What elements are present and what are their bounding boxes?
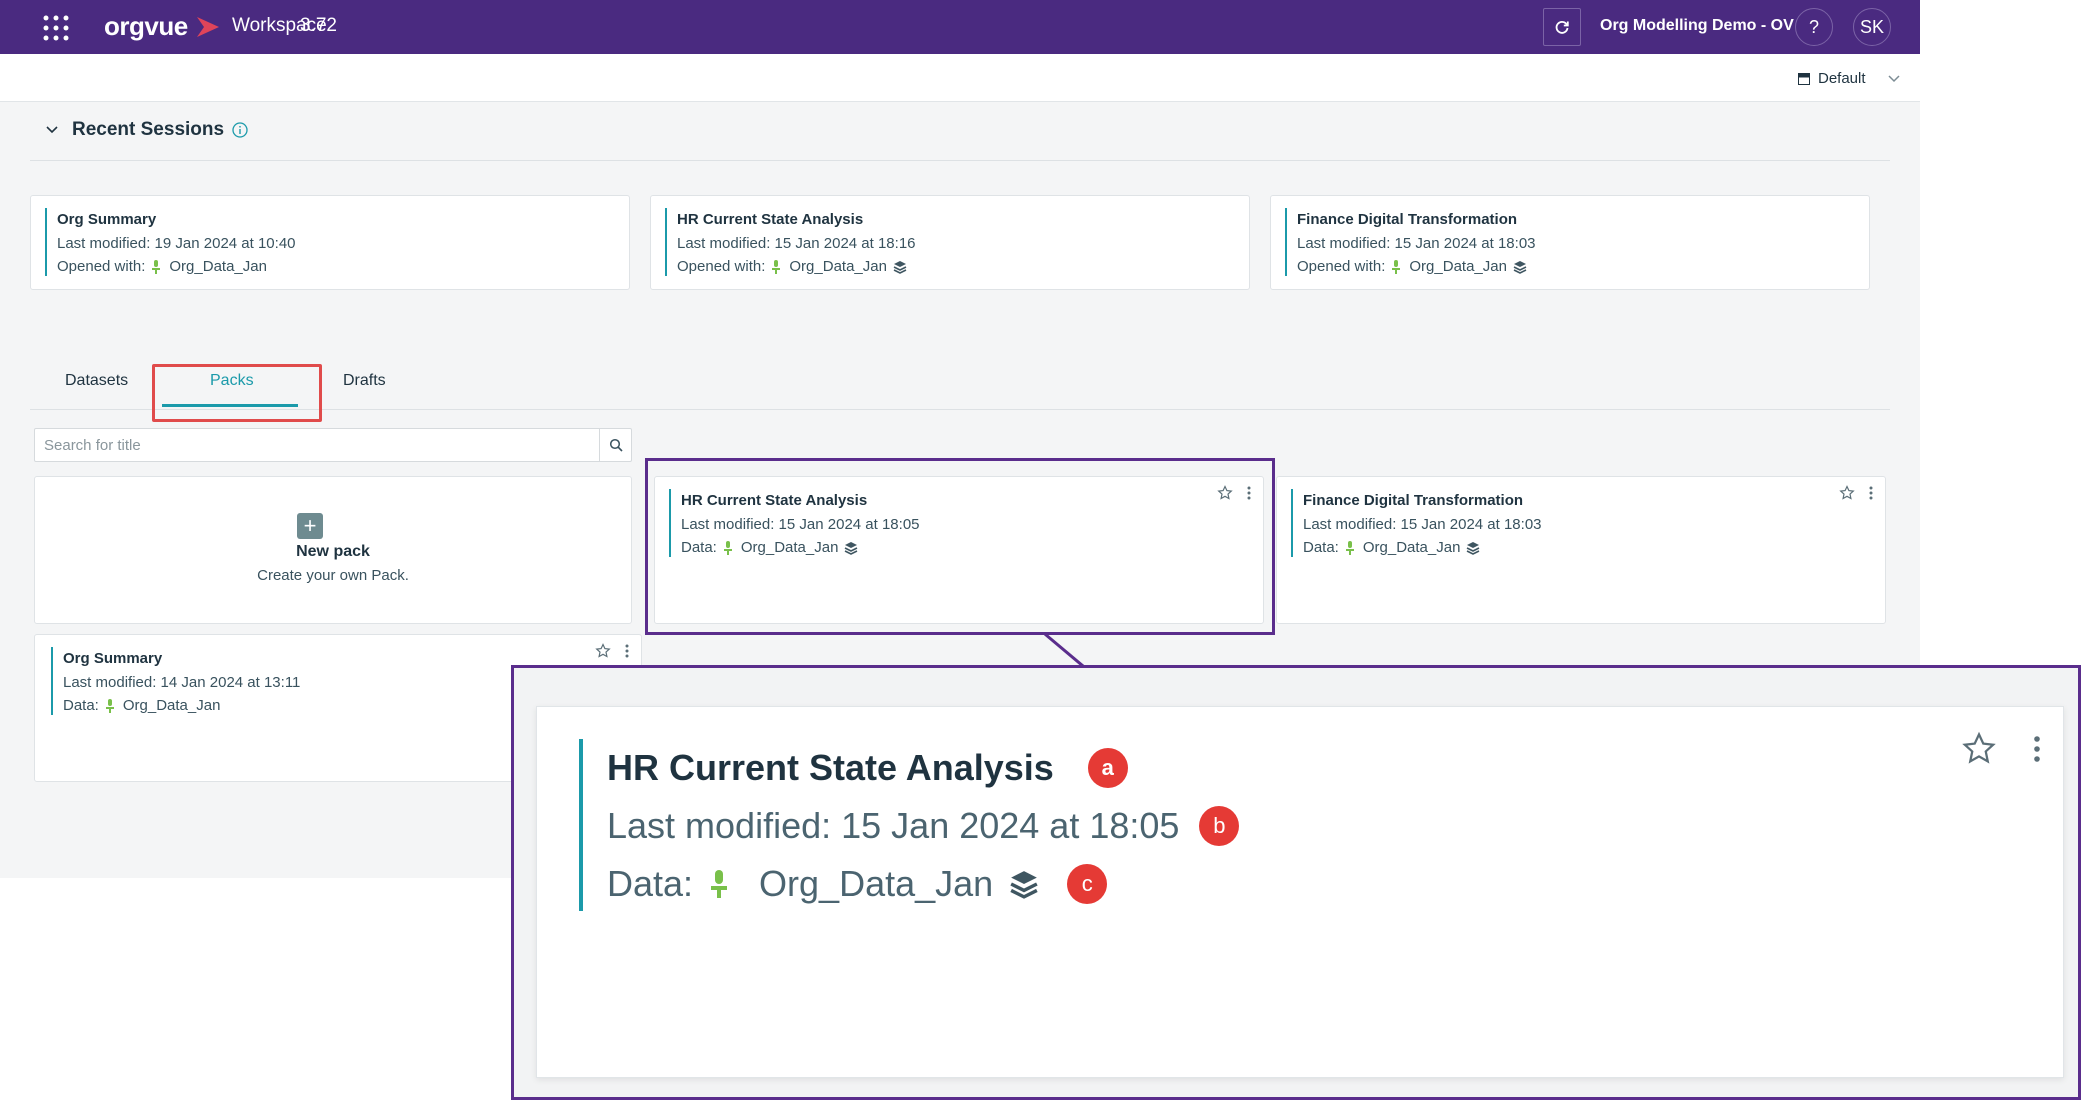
pack-data: Data: Org_Data_Jan xyxy=(63,694,300,717)
recent-sessions-title: Recent Sessions xyxy=(72,119,225,140)
zoom-data-label: Data: xyxy=(607,863,694,904)
zoom-modified: Last modified: 15 Jan 2024 at 18:05 b xyxy=(607,797,1240,855)
pack-actions xyxy=(595,643,629,659)
workspace-name[interactable]: Org Modelling Demo - OV xyxy=(1600,17,1794,35)
zoom-data: Data: Org_Data_Jan c xyxy=(607,855,1239,913)
layers-icon xyxy=(893,260,907,274)
session-title: HR Current State Analysis xyxy=(677,211,864,228)
refresh-icon xyxy=(1555,21,1569,34)
opened-with-label: Opened with: xyxy=(1297,258,1386,275)
toolbar: Default xyxy=(0,54,1920,102)
dataset-person-icon xyxy=(1392,259,1401,274)
search-icon xyxy=(609,438,623,452)
recent-session-card[interactable]: HR Current State Analysis Last modified:… xyxy=(650,195,1250,290)
session-opened-with: Opened with: Org_Data_Jan xyxy=(677,255,916,278)
more-options-icon[interactable] xyxy=(1869,486,1873,500)
star-icon[interactable] xyxy=(1839,485,1855,501)
zoom-dataset-name: Org_Data_Jan xyxy=(759,863,994,904)
dataset-person-icon xyxy=(105,698,114,713)
annotation-badge-b: b xyxy=(1199,806,1240,846)
pack-title: Finance Digital Transformation xyxy=(1303,492,1524,509)
dataset-name: Org_Data_Jan xyxy=(1409,258,1507,275)
data-label: Data: xyxy=(63,697,99,714)
data-label: Data: xyxy=(1303,539,1339,556)
new-pack-title: New pack xyxy=(296,543,370,560)
app-menu-icon[interactable] xyxy=(42,14,70,42)
dataset-person-icon xyxy=(772,259,781,274)
zoom-panel: HR Current State Analysis a Last modifie… xyxy=(511,665,2081,1100)
search-button[interactable] xyxy=(599,429,631,461)
session-opened-with: Opened with: Org_Data_Jan xyxy=(57,255,296,278)
divider xyxy=(30,160,1890,161)
dataset-name: Org_Data_Jan xyxy=(122,697,221,714)
pack-modified: Last modified: 14 Jan 2024 at 13:11 xyxy=(63,674,301,691)
plus-icon: + xyxy=(297,513,323,539)
session-title: Org Summary xyxy=(57,211,157,228)
more-options-icon[interactable] xyxy=(2033,733,2041,765)
tab-drafts[interactable]: Drafts xyxy=(343,372,386,390)
recent-session-card[interactable]: Org Summary Last modified: 19 Jan 2024 a… xyxy=(30,195,630,290)
app-version: 3.72 xyxy=(300,15,337,36)
orgvue-logo: orgvue xyxy=(104,11,188,41)
search-input[interactable]: Search for title xyxy=(34,428,632,462)
pack-title: Org Summary xyxy=(63,650,163,667)
dataset-person-icon xyxy=(711,870,728,898)
new-pack-subtitle: Create your own Pack. xyxy=(257,567,409,584)
more-options-icon[interactable] xyxy=(625,644,629,658)
session-modified: Last modified: 15 Jan 2024 at 18:03 xyxy=(1297,235,1536,252)
refresh-button[interactable] xyxy=(1543,8,1581,46)
zoom-title-text: HR Current State Analysis xyxy=(607,747,1054,788)
layout-icon xyxy=(1798,72,1810,85)
annotation-badge-c: c xyxy=(1067,864,1108,904)
pack-actions xyxy=(1839,485,1873,501)
dataset-name: Org_Data_Jan xyxy=(1362,539,1461,556)
session-modified: Last modified: 19 Jan 2024 at 10:40 xyxy=(57,235,296,252)
chevron-down-icon xyxy=(1888,74,1900,82)
tab-datasets[interactable]: Datasets xyxy=(65,372,128,390)
session-modified: Last modified: 15 Jan 2024 at 18:16 xyxy=(677,235,916,252)
recent-session-card[interactable]: Finance Digital Transformation Last modi… xyxy=(1270,195,1870,290)
collapse-chevron-icon[interactable] xyxy=(46,126,58,134)
dataset-name: Org_Data_Jan xyxy=(169,258,267,275)
layout-label: Default xyxy=(1818,70,1866,87)
zoom-title: HR Current State Analysis a xyxy=(607,739,1239,797)
layout-select[interactable]: Default xyxy=(1798,70,1900,87)
pack-card[interactable]: Finance Digital Transformation Last modi… xyxy=(1276,476,1886,624)
layers-icon xyxy=(1010,871,1038,899)
star-icon[interactable] xyxy=(595,643,611,659)
info-icon[interactable] xyxy=(232,122,248,138)
session-title: Finance Digital Transformation xyxy=(1297,211,1518,228)
tab-highlight-box xyxy=(152,364,322,422)
top-bar: orgvue Workspace 3.72 Org Modelling Demo… xyxy=(0,0,1920,54)
recent-sessions-header[interactable]: Recent Sessions xyxy=(46,119,248,141)
pack-modified: Last modified: 15 Jan 2024 at 18:03 xyxy=(1303,516,1542,533)
zoom-actions xyxy=(1961,731,2041,767)
zoom-modified-text: Last modified: 15 Jan 2024 at 18:05 xyxy=(607,805,1180,846)
pack-data: Data: Org_Data_Jan xyxy=(1303,536,1542,559)
dataset-person-icon xyxy=(152,259,161,274)
opened-with-label: Opened with: xyxy=(57,258,146,275)
zoomed-pack-card: HR Current State Analysis a Last modifie… xyxy=(536,706,2064,1078)
dataset-person-icon xyxy=(1345,540,1354,555)
help-button[interactable]: ? xyxy=(1795,8,1833,46)
user-avatar[interactable]: SK xyxy=(1853,8,1891,46)
callout-frame xyxy=(645,458,1275,635)
logo-mark-icon xyxy=(195,15,221,44)
star-icon[interactable] xyxy=(1961,731,1997,767)
dataset-name: Org_Data_Jan xyxy=(789,258,887,275)
new-pack-card[interactable]: + New pack Create your own Pack. xyxy=(34,476,632,624)
layers-icon xyxy=(1513,260,1527,274)
layers-icon xyxy=(1467,541,1480,555)
session-opened-with: Opened with: Org_Data_Jan xyxy=(1297,255,1536,278)
annotation-badge-a: a xyxy=(1087,748,1128,788)
opened-with-label: Opened with: xyxy=(677,258,766,275)
search-placeholder: Search for title xyxy=(44,437,141,454)
